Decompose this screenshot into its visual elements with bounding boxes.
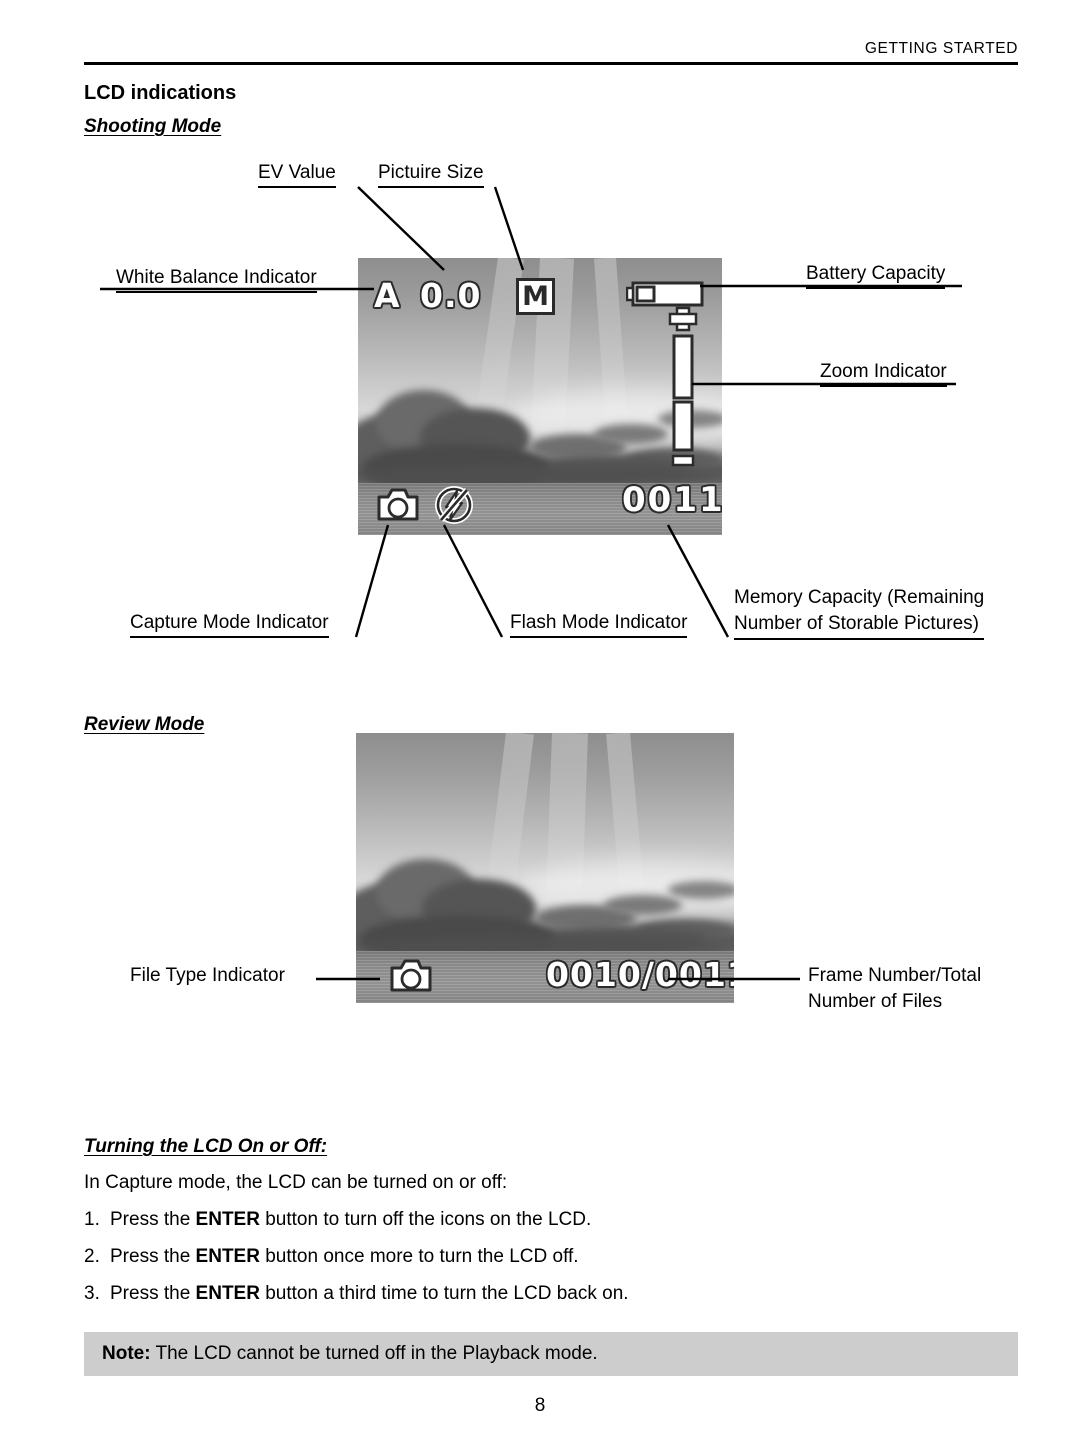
callout-label-picture-size: Pictuire Size <box>378 160 484 188</box>
callout-label-memory-capacity: Memory Capacity (Remaining Number of Sto… <box>734 585 985 640</box>
osd-ev-value: 0.0 <box>420 276 482 315</box>
callout-label-file-type: File Type Indicator <box>130 965 285 986</box>
turning-intro-text: In Capture mode, the LCD can be turned o… <box>84 1172 508 1193</box>
step-text-bold: ENTER <box>195 1283 260 1304</box>
callout-label-zoom-indicator: Zoom Indicator <box>820 359 947 387</box>
osd-picture-size-value: M <box>516 278 555 315</box>
step-item: 3. Press the ENTER button a third time to… <box>84 1283 629 1305</box>
step-text-post: button to turn off the icons on the LCD. <box>259 1209 592 1230</box>
osd-white-balance-value: A <box>374 276 401 315</box>
running-head: GETTING STARTED <box>864 40 1018 57</box>
shooting-mode-lcd-preview: A 0.0 M 0011 <box>358 258 722 535</box>
osd-remaining-pictures: 0011 <box>622 480 722 520</box>
leader-capture-mode <box>354 524 390 638</box>
memory-capacity-line-1: Memory Capacity (Remaining <box>734 587 985 608</box>
osd-frame-counter: 0010/0011 <box>546 955 734 994</box>
leader-flash-mode <box>442 524 504 638</box>
step-number: 1. <box>84 1209 100 1230</box>
callout-label-capture-mode: Capture Mode Indicator <box>130 610 329 638</box>
zoom-slider-icon <box>668 306 698 467</box>
flash-off-icon <box>435 486 473 524</box>
manual-page: GETTING STARTED LCD indications Shooting… <box>0 0 1080 1454</box>
step-text-post: button once more to turn the LCD off. <box>259 1246 579 1267</box>
step-number: 3. <box>84 1283 100 1304</box>
review-mode-lcd-preview: 0010/0011 <box>356 733 734 1003</box>
step-text-pre: Press the <box>110 1283 196 1304</box>
step-text-bold: ENTER <box>195 1209 260 1230</box>
note-box: Note: The LCD cannot be turned off in th… <box>84 1332 1018 1376</box>
camera-icon <box>390 959 432 992</box>
note-body: The LCD cannot be turned off in the Play… <box>150 1343 598 1364</box>
page-title: LCD indications <box>84 82 237 104</box>
frame-number-line-2: Number of Files <box>808 991 943 1012</box>
camera-icon <box>377 488 419 521</box>
cloud <box>604 895 682 915</box>
memory-capacity-line-2: Number of Storable Pictures) <box>734 613 979 634</box>
step-text-bold: ENTER <box>195 1246 260 1267</box>
note-text: Note: The LCD cannot be turned off in th… <box>84 1343 598 1365</box>
battery-icon <box>626 281 704 307</box>
frame-number-line-1: Frame Number/Total <box>808 965 982 986</box>
section-heading-turning-lcd: Turning the LCD On or Off: <box>84 1136 328 1157</box>
note-label: Note: <box>102 1343 151 1364</box>
step-item: 2. Press the ENTER button once more to tu… <box>84 1246 579 1268</box>
section-heading-shooting-mode: Shooting Mode <box>84 116 222 137</box>
callout-label-frame-number: Frame Number/Total Number of Files <box>808 963 981 1015</box>
callout-label-flash-mode: Flash Mode Indicator <box>510 610 688 638</box>
callout-label-white-balance: White Balance Indicator <box>116 265 317 293</box>
page-number: 8 <box>534 1395 546 1416</box>
callout-label-battery-capacity: Battery Capacity <box>806 261 946 289</box>
header-rule <box>84 62 1018 65</box>
step-text-post: button a third time to turn the LCD back… <box>259 1283 629 1304</box>
cloud <box>668 881 734 899</box>
cloud <box>594 424 668 444</box>
step-text-pre: Press the <box>110 1209 196 1230</box>
step-text-pre: Press the <box>110 1246 196 1267</box>
callout-label-ev-value: EV Value <box>258 160 336 188</box>
section-heading-review-mode: Review Mode <box>84 714 205 735</box>
step-item: 1. Press the ENTER button to turn off the… <box>84 1209 591 1231</box>
step-number: 2. <box>84 1246 100 1267</box>
